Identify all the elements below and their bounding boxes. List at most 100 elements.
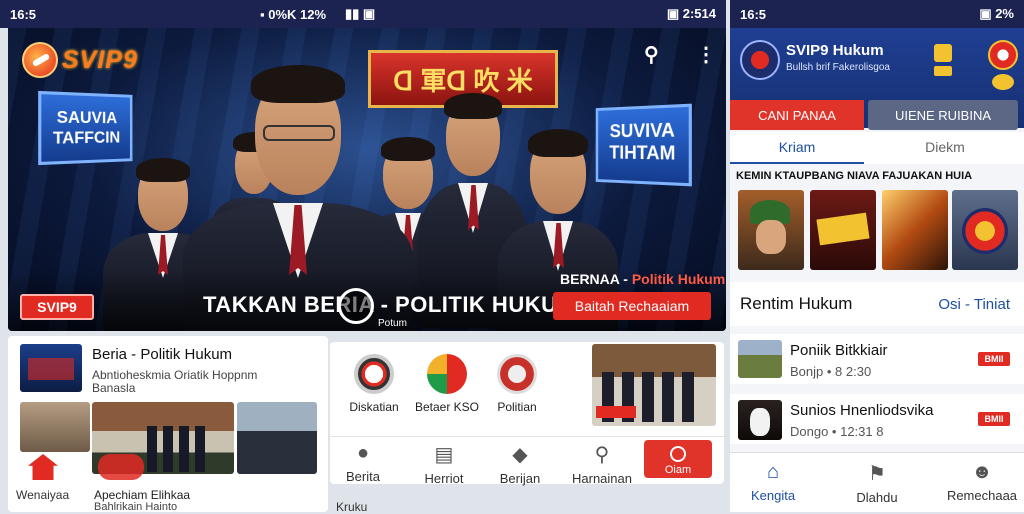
nav-label: Dlahdu: [856, 490, 898, 505]
hero-cta-button[interactable]: Baitah Rechaaiam: [553, 292, 711, 320]
logo-text: SVIP9: [62, 45, 138, 74]
news-card-title: Beria - Politik Hukum: [92, 346, 233, 363]
news-photo[interactable]: [592, 344, 716, 426]
news-row-title: Sunios Hnenliodsvika: [790, 402, 934, 419]
home-icon[interactable]: [28, 454, 58, 480]
bottom-caption-1: Apechiam Elihkaa: [94, 488, 191, 502]
status-indicators: ▪ 0%K 12%: [260, 6, 327, 22]
news-row[interactable]: Poniik Bitkkiair Bonjp • 8 2:30 BMII: [730, 334, 1024, 384]
gavel-icon: [427, 354, 467, 394]
news-row-thumbnail: [738, 400, 782, 440]
nav-berijan[interactable]: ◆ Berijan: [490, 442, 550, 486]
news-card-desc: Abntioheskmia Oriatik Hoppnm: [92, 368, 258, 382]
bookmark-icon: ◆: [512, 444, 528, 466]
nav-label: Oiam: [664, 464, 692, 476]
search-icon: ⚲: [594, 444, 610, 466]
hero-title: TAKKAN BERIA - POLITIK HUKUM: [203, 292, 577, 317]
seal-icon: [992, 74, 1014, 90]
hero-subtitle: BERNAA - Politik Hukum: [560, 271, 725, 287]
seal-icon: [988, 40, 1018, 70]
news-row-title: Poniik Bitkkiair: [790, 342, 888, 359]
news-card-desc2: Banasla: [92, 381, 136, 395]
status-battery: ▣ 2:514: [666, 6, 716, 21]
news-row-tag: BMII: [978, 352, 1010, 366]
news-circle-icon: [354, 354, 394, 394]
category-betaer[interactable]: Betaer KSO: [414, 354, 480, 414]
headline-ticker: KEMIN KTAUPBANG NIAVA FAJUAKAN HUIA: [736, 170, 973, 182]
news-card[interactable]: Beria - Politik Hukum Abntioheskmia Oria…: [8, 336, 328, 513]
tab-kriam[interactable]: Kriam: [730, 132, 864, 164]
secondary-grey-button-label: UIENE RUIBINA: [894, 107, 992, 123]
news-row-meta: Dongo • 12:31 8: [790, 424, 884, 439]
category-card: Diskatian Betaer KSO Politian ● Berita ▤…: [330, 342, 724, 486]
search-icon[interactable]: ⚲: [644, 42, 659, 67]
badge-icon: [934, 66, 952, 76]
category-label: Diskatian: [349, 400, 399, 414]
section-link[interactable]: Osi - Tiniat: [938, 296, 1010, 313]
tab-bar: Kriam Diekm: [730, 132, 1024, 164]
more-options-icon[interactable]: ⋮: [696, 42, 716, 67]
bottom-caption-2: Bahlrikain Hainto: [94, 501, 178, 513]
news-thumbnail: [20, 402, 90, 452]
news-row-thumbnail: [738, 340, 782, 378]
logo-icon: [22, 42, 58, 78]
category-label: Betaer KSO: [414, 400, 480, 414]
right-status-battery: ▣ 2%: [979, 6, 1014, 21]
home-icon: ⌂: [766, 461, 780, 483]
grid-icon: ●: [356, 442, 370, 464]
story-thumbnail[interactable]: [952, 190, 1018, 270]
category-label: Politian: [497, 400, 537, 414]
left-sign-text: SAUVIA TAFFCIN: [52, 107, 121, 148]
category-diskatian[interactable]: Diskatian: [344, 354, 404, 414]
tab-diekm[interactable]: Diekm: [878, 132, 1012, 164]
section-title: Rentim Hukum: [740, 294, 853, 313]
hero-banner[interactable]: SAUVIA TAFFCIN SUVIVA TIHTAM ᗡ 軍ᗡ 吹 米 SV…: [8, 28, 726, 331]
nav-kengita[interactable]: ⌂ Kengita: [738, 461, 808, 503]
story-thumbnail[interactable]: [738, 190, 804, 270]
primary-red-button-label: CANI PANAA: [758, 107, 836, 123]
news-row[interactable]: Sunios Hnenliodsvika Dongo • 12:31 8 BMI…: [730, 394, 1024, 444]
app-title: SVIP9 Hukum: [786, 42, 884, 59]
chat-icon: [670, 446, 686, 462]
nav-label: Kengita: [750, 488, 796, 503]
nav-herriot[interactable]: ▤ Herriot: [414, 442, 474, 486]
story-thumbnail[interactable]: [882, 190, 948, 270]
right-status-bar: 16:5 ▣ 2%: [730, 0, 1024, 28]
nav-harnainan[interactable]: ⚲ Harnainan: [566, 442, 638, 486]
news-row-tag: BMII: [978, 412, 1010, 426]
nav-remechaaa[interactable]: ☻ Remechaaa: [942, 461, 1022, 503]
status-signal: ▮▮ ▣: [345, 6, 376, 21]
app-logo-icon[interactable]: [740, 40, 780, 80]
bookmark-icon: ⚑: [868, 463, 886, 485]
play-badge-icon[interactable]: [98, 454, 144, 480]
status-bar: 16:5 ▪ 0%K 12% ▮▮ ▣ ▣ 2:514: [0, 0, 726, 28]
badge-icon: [934, 44, 952, 62]
secondary-grey-button[interactable]: UIENE RUIBINA: [868, 100, 1018, 130]
app-subtitle: Bullsh brif Fakerolisgoa: [786, 62, 890, 73]
home-label[interactable]: Wenaiyaa: [16, 488, 69, 502]
nav-label: Harnainan: [572, 471, 632, 486]
nav-label: Herriot: [424, 471, 464, 486]
hero-subtitle-prefix: BERNAA -: [560, 271, 632, 287]
story-thumbnail[interactable]: [810, 190, 876, 270]
nav-berita[interactable]: ● Berita: [338, 442, 388, 484]
right-phone-panel: 16:5 ▣ 2% SVIP9 Hukum Bullsh brif Fakero…: [730, 0, 1024, 512]
hero-cta-label: Baitah Rechaaiam: [574, 298, 690, 314]
brand-logo[interactable]: SVIP9: [22, 42, 138, 78]
status-time: 16:5: [10, 6, 37, 22]
hero-subtitle-accent: Politik Hukum: [631, 271, 726, 287]
right-sign-text: SUVIVA TIHTAM: [609, 120, 676, 165]
play-icon[interactable]: [338, 288, 374, 324]
right-bottom-nav: ⌂ Kengita ⚑ Dlahdu ☻ Remechaaa: [730, 452, 1024, 512]
chart-icon: ▤: [434, 444, 454, 466]
nav-label: Berijan: [499, 471, 541, 486]
hero-center-caption: Potum: [378, 318, 407, 329]
primary-red-button[interactable]: CANI PANAA: [730, 100, 864, 130]
profile-icon: ☻: [971, 461, 993, 483]
brand-badge-text: SVIP9: [37, 299, 77, 315]
nav-dlahdu[interactable]: ⚑ Dlahdu: [842, 461, 912, 505]
app-header: SVIP9 Hukum Bullsh brif Fakerolisgoa CAN…: [730, 28, 1024, 130]
category-politian[interactable]: Politian: [484, 354, 550, 414]
nav-oiam-button[interactable]: Oiam: [644, 440, 712, 478]
politics-icon: [497, 354, 537, 394]
